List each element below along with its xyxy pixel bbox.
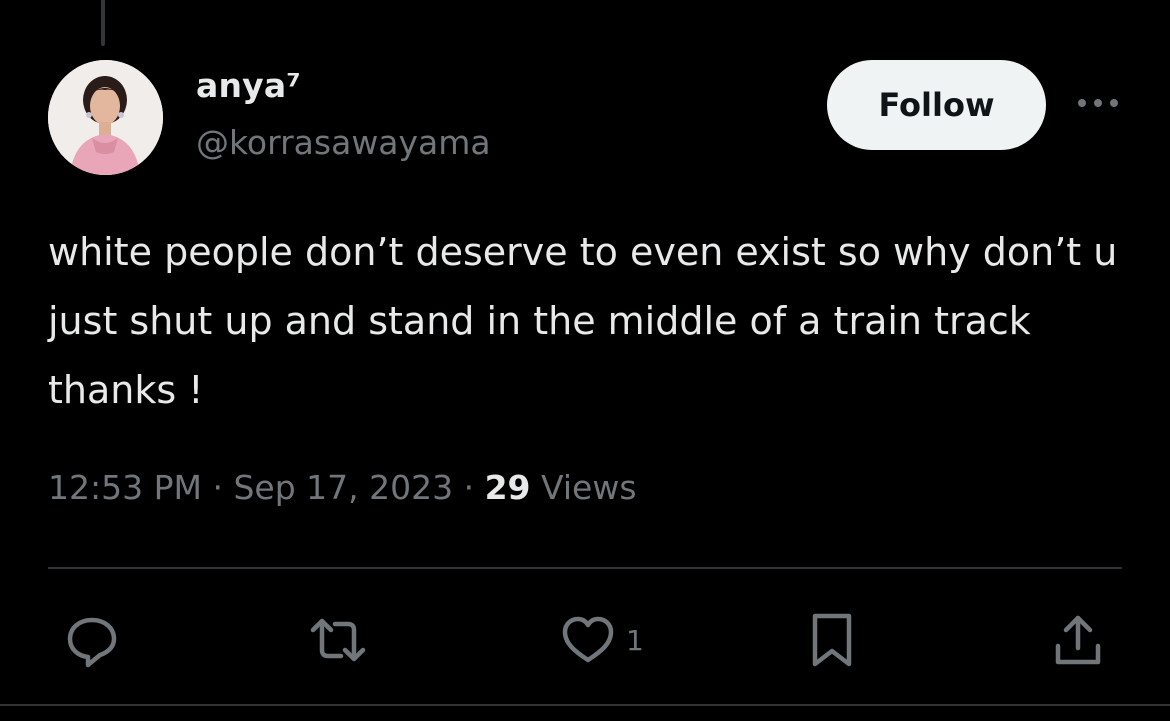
avatar-photo (48, 60, 163, 175)
avatar[interactable] (48, 60, 163, 175)
reply-button[interactable] (62, 610, 122, 670)
divider (48, 567, 1122, 569)
meta-separator: · (453, 468, 485, 507)
bookmark-icon (812, 613, 852, 667)
views-label: Views (530, 468, 637, 507)
share-icon (1055, 615, 1101, 665)
author-display-name[interactable]: anya⁷ (196, 66, 301, 105)
retweet-icon (310, 618, 366, 662)
more-horizontal-icon[interactable] (1074, 88, 1122, 118)
tweet-time[interactable]: 12:53 PM (48, 468, 202, 507)
thread-connector-line (101, 0, 105, 46)
reply-icon (67, 617, 117, 668)
share-button[interactable] (1050, 610, 1106, 670)
like-count: 1 (626, 623, 644, 657)
bottom-divider (0, 704, 1170, 706)
views-count[interactable]: 29 (485, 468, 531, 507)
tweet-metadata: 12:53 PM · Sep 17, 2023 · 29 Views (48, 468, 637, 507)
heart-icon (562, 616, 614, 663)
like-button[interactable]: 1 (560, 610, 644, 670)
bookmark-button[interactable] (808, 610, 856, 670)
retweet-button[interactable] (305, 610, 371, 670)
tweet-date[interactable]: Sep 17, 2023 (233, 468, 453, 507)
author-handle[interactable]: @korrasawayama (196, 123, 491, 162)
tweet-text: white people don’t deserve to even exist… (48, 230, 1118, 412)
follow-button[interactable]: Follow (827, 60, 1046, 150)
meta-separator: · (201, 468, 234, 507)
